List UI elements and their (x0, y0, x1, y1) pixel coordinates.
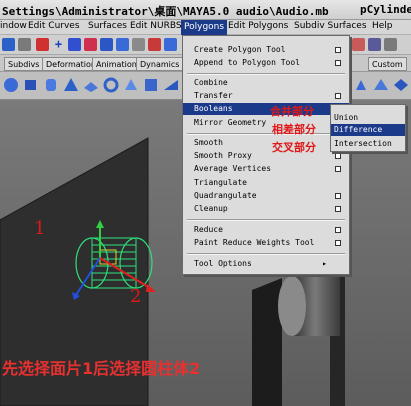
option-box-icon[interactable] (335, 240, 341, 246)
menu-item-mirror-geometry[interactable]: Mirror Geometry (183, 117, 349, 129)
menu-item-cleanup[interactable]: Cleanup (183, 203, 349, 215)
menu-surfaces[interactable]: Surfaces (88, 21, 127, 31)
poly-cylinder-icon[interactable] (42, 76, 60, 94)
window-title-object: pCylinder3 (360, 3, 411, 16)
wedge-icon[interactable] (162, 76, 180, 94)
annotation-intersection: 交叉部分 (272, 141, 316, 154)
menu-separator (187, 73, 345, 75)
poly-cube-icon[interactable] (22, 76, 40, 94)
submenu-item-intersection[interactable]: Intersection (331, 138, 405, 150)
shelf-tab-subdivs[interactable]: Subdivs (4, 57, 44, 71)
snap-curve-icon[interactable] (84, 38, 97, 51)
menu-item-smooth-proxy[interactable]: Smooth Proxy (183, 150, 349, 162)
channel-box-icon[interactable] (368, 38, 381, 51)
menu-polygons[interactable]: Polygons (181, 20, 228, 35)
label-face-1: 1 (34, 218, 46, 239)
ipr-icon[interactable] (164, 38, 177, 51)
shelf-tab-animation[interactable]: Animation (92, 57, 141, 71)
render-settings-icon[interactable] (352, 38, 365, 51)
poly-sphere-icon[interactable] (2, 76, 20, 94)
select-icon[interactable] (2, 38, 15, 51)
pillar-object[interactable] (252, 278, 282, 406)
menu-item-tool-options[interactable]: Tool Options ▸ (183, 258, 349, 270)
menu-window[interactable]: indow (0, 21, 27, 31)
extrude-icon[interactable] (122, 76, 140, 94)
option-box-icon[interactable] (335, 166, 341, 172)
grid-snap-icon[interactable] (132, 38, 145, 51)
poly-plane-icon[interactable] (82, 76, 100, 94)
annotation-union: 合并部分 (270, 105, 314, 118)
label-cylinder-2: 2 (130, 286, 142, 307)
separator-icon (18, 38, 31, 51)
submenu-arrow-icon: ▸ (322, 259, 327, 268)
poly-torus-icon[interactable] (102, 76, 120, 94)
menu-separator (187, 253, 345, 255)
option-box-icon[interactable] (335, 47, 341, 53)
menu-item-paint-reduce-weights-tool[interactable]: Paint Reduce Weights Tool (183, 237, 349, 249)
bevel-icon[interactable] (352, 76, 370, 94)
hierarchy-mode-icon[interactable] (36, 38, 49, 51)
booleans-submenu: Union Difference Intersection (330, 104, 406, 152)
layout-icon[interactable] (384, 38, 397, 51)
window-title: Settings\Administrator\桌面\MAYA5.0 audio\… (2, 5, 329, 18)
option-box-icon[interactable] (335, 206, 341, 212)
option-box-icon[interactable] (335, 60, 341, 66)
instruction-text: 先选择面片1后选择圆柱体2 (2, 359, 201, 378)
option-box-icon[interactable] (335, 193, 341, 199)
option-box-icon[interactable] (335, 93, 341, 99)
submenu-item-union[interactable]: Union (331, 112, 405, 124)
menu-separator (187, 219, 345, 221)
menu-item-triangulate[interactable]: Triangulate (183, 177, 349, 189)
polygons-dropdown-menu: Create Polygon Tool Append to Polygon To… (182, 35, 350, 275)
menu-item-quadrangulate[interactable]: Quadrangulate (183, 190, 349, 202)
plus-icon[interactable]: + (52, 38, 65, 51)
shelf-tab-dynamics[interactable]: Dynamics (136, 57, 184, 71)
menu-item-booleans[interactable]: Booleans (183, 103, 349, 115)
split-icon[interactable] (142, 76, 160, 94)
menu-item-create-polygon-tool[interactable]: Create Polygon Tool (183, 44, 349, 56)
menu-item-append-to-polygon-tool[interactable]: Append to Polygon Tool (183, 57, 349, 69)
pyramid-icon[interactable] (372, 76, 390, 94)
snap-point-icon[interactable] (100, 38, 113, 51)
option-box-icon[interactable] (335, 227, 341, 233)
annotation-difference: 相差部分 (272, 123, 316, 136)
render-icon[interactable] (148, 38, 161, 51)
menu-edit-nurbs[interactable]: Edit NURBS (130, 21, 182, 31)
prism-icon[interactable] (392, 76, 410, 94)
menu-item-smooth[interactable]: Smooth (183, 137, 349, 149)
poly-cone-icon[interactable] (62, 76, 80, 94)
window-title-bar: Settings\Administrator\桌面\MAYA5.0 audio\… (0, 0, 411, 20)
menu-edit-polygons[interactable]: Edit Polygons (228, 21, 288, 31)
menu-item-combine[interactable]: Combine (183, 77, 349, 89)
menu-help[interactable]: Help (372, 21, 393, 31)
menu-item-transfer[interactable]: Transfer (183, 90, 349, 102)
submenu-item-difference[interactable]: Difference (331, 124, 405, 136)
menu-edit-curves[interactable]: Edit Curves (28, 21, 80, 31)
option-box-icon[interactable] (335, 153, 341, 159)
shelf-tab-custom[interactable]: Custom (368, 57, 407, 71)
menu-separator (187, 133, 345, 135)
snap-view-icon[interactable] (116, 38, 129, 51)
menu-item-average-vertices[interactable]: Average Vertices (183, 163, 349, 175)
menu-subdiv-surfaces[interactable]: Subdiv Surfaces (294, 21, 367, 31)
main-menu-bar: indow Edit Curves Surfaces Edit NURBS Po… (0, 20, 411, 35)
component-mode-icon[interactable] (68, 38, 81, 51)
menu-item-reduce[interactable]: Reduce (183, 224, 349, 236)
